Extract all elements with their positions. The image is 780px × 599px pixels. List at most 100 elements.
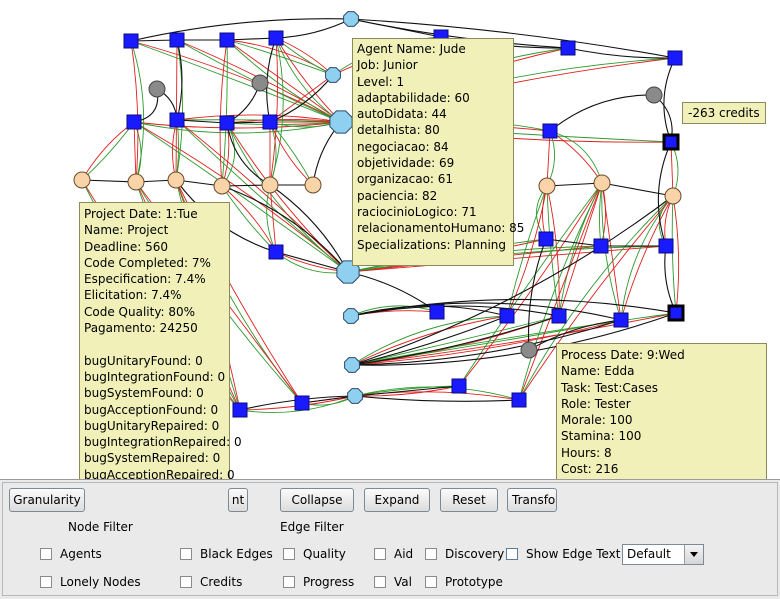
- show-edge-text-checkbox-box[interactable]: [506, 548, 518, 560]
- black-edges-checkbox[interactable]: Black Edges: [180, 546, 273, 562]
- expand-button[interactable]: Expand: [364, 488, 430, 512]
- process-node[interactable]: [219, 32, 235, 48]
- lonely-node[interactable]: [520, 341, 538, 359]
- process-node[interactable]: [542, 123, 558, 139]
- prototype-checkbox-box[interactable]: [425, 576, 437, 588]
- aid-checkbox-box[interactable]: [374, 548, 386, 560]
- project-tooltip: Project Date: 1:Tue Name: Project Deadline…: [79, 202, 242, 512]
- process-node[interactable]: [593, 238, 609, 254]
- graph-edge: [130, 40, 342, 123]
- aid-checkbox[interactable]: Aid: [374, 546, 413, 562]
- lonely-node[interactable]: [148, 80, 166, 98]
- project-node[interactable]: [261, 176, 279, 194]
- progress-checkbox-box[interactable]: [283, 576, 295, 588]
- agent-node[interactable]: [347, 388, 363, 404]
- project-node[interactable]: [213, 177, 231, 195]
- prototype-checkbox[interactable]: Prototype: [425, 574, 503, 590]
- project-node[interactable]: [167, 171, 185, 189]
- lonely-node[interactable]: [251, 74, 269, 92]
- process-node[interactable]: [126, 114, 142, 130]
- agent-node[interactable]: [325, 67, 341, 83]
- project-tooltip-line: Code Quality: 80%: [84, 304, 196, 319]
- partially-hidden-button[interactable]: nt: [228, 488, 248, 512]
- quality-checkbox[interactable]: Quality: [283, 546, 346, 562]
- val-checkbox[interactable]: Val: [374, 574, 412, 590]
- project-node[interactable]: [664, 187, 682, 205]
- agent-node[interactable]: [329, 110, 353, 134]
- process-node[interactable]: [499, 308, 515, 324]
- collapse-button[interactable]: Collapse: [280, 488, 354, 512]
- agent-node[interactable]: [343, 11, 359, 27]
- black-edges-checkbox-label: Black Edges: [200, 547, 273, 561]
- process-node[interactable]: [262, 114, 278, 130]
- project-node[interactable]: [127, 173, 145, 191]
- project-tooltip-line: Code Completed: 7%: [84, 255, 211, 270]
- process-node[interactable]: [451, 378, 467, 394]
- discovery-checkbox[interactable]: Discovery: [425, 546, 504, 562]
- project-node[interactable]: [73, 171, 91, 189]
- process-node[interactable]: [511, 392, 527, 408]
- process-node-selected[interactable]: [667, 304, 685, 322]
- graph-edge-black: [354, 392, 520, 402]
- process-tooltip-line: Hours: 8: [561, 445, 612, 460]
- agent-node[interactable]: [343, 308, 359, 324]
- process-node[interactable]: [219, 115, 235, 131]
- val-checkbox-box[interactable]: [374, 576, 386, 588]
- process-node[interactable]: [551, 308, 567, 324]
- process-node[interactable]: [294, 395, 310, 411]
- lonely-nodes-checkbox-label: Lonely Nodes: [60, 575, 141, 589]
- project-tooltip-line: bugAcceptionFound: 0: [84, 402, 219, 417]
- project-tooltip-line: bugIntegrationRepaired: 0: [84, 435, 242, 450]
- process-node[interactable]: [268, 244, 284, 260]
- agent-tooltip-line: Specializations: Planning: [357, 237, 507, 252]
- reset-button[interactable]: Reset: [440, 488, 498, 512]
- progress-checkbox[interactable]: Progress: [283, 574, 354, 590]
- lonely-node[interactable]: [645, 86, 663, 104]
- black-edges-checkbox-box[interactable]: [180, 548, 192, 560]
- progress-checkbox-label: Progress: [303, 575, 355, 589]
- edge-filter-heading: Edge Filter: [280, 520, 344, 534]
- lonely-nodes-checkbox-box[interactable]: [40, 576, 52, 588]
- process-node[interactable]: [268, 30, 284, 46]
- graph-edge-black: [663, 57, 676, 143]
- granularity-button[interactable]: Granularity: [9, 488, 85, 512]
- process-node[interactable]: [667, 50, 683, 66]
- process-node[interactable]: [560, 40, 576, 56]
- agent-tooltip-line: paciencia: 82: [357, 188, 438, 203]
- credits-checkbox[interactable]: Credits: [180, 574, 242, 590]
- transform-button[interactable]: Transfor: [507, 488, 557, 512]
- val-checkbox-label: Val: [394, 575, 412, 589]
- project-node[interactable]: [593, 174, 611, 192]
- process-tooltip-line: Task: Test:Cases: [561, 380, 659, 395]
- graph-edge-black: [601, 182, 674, 199]
- agent-node[interactable]: [344, 357, 360, 373]
- discovery-checkbox-label: Discovery: [445, 547, 505, 561]
- graph-edge-black: [221, 185, 349, 273]
- process-node[interactable]: [169, 112, 185, 128]
- process-node[interactable]: [169, 32, 185, 48]
- process-node[interactable]: [613, 312, 629, 328]
- agents-checkbox[interactable]: Agents: [40, 546, 102, 562]
- graph-edge: [226, 122, 349, 273]
- credits-checkbox-box[interactable]: [180, 576, 192, 588]
- process-node[interactable]: [429, 304, 445, 320]
- lonely-nodes-checkbox[interactable]: Lonely Nodes: [40, 574, 141, 590]
- project-node[interactable]: [304, 176, 322, 194]
- chevron-down-icon[interactable]: [684, 545, 703, 564]
- project-tooltip-line: bugUnitaryRepaired: 0: [84, 418, 220, 433]
- process-node-selected[interactable]: [662, 133, 680, 151]
- show-edge-text-label: Show Edge Text: [526, 547, 621, 561]
- project-tooltip-line: Especification: 7.4%: [84, 272, 206, 287]
- process-node[interactable]: [123, 33, 139, 49]
- process-node[interactable]: [658, 238, 674, 254]
- quality-checkbox-box[interactable]: [283, 548, 295, 560]
- agents-checkbox-box[interactable]: [40, 548, 52, 560]
- graph-edge-black: [351, 315, 508, 368]
- project-node[interactable]: [538, 177, 556, 195]
- show-edge-text-checkbox[interactable]: Show Edge Text: [506, 546, 620, 562]
- edge-text-select[interactable]: Default: [622, 544, 704, 565]
- discovery-checkbox-box[interactable]: [425, 548, 437, 560]
- process-node[interactable]: [538, 231, 554, 247]
- process-node[interactable]: [232, 402, 248, 418]
- process-tooltip-line: Process Date: 9:Wed: [561, 348, 685, 362]
